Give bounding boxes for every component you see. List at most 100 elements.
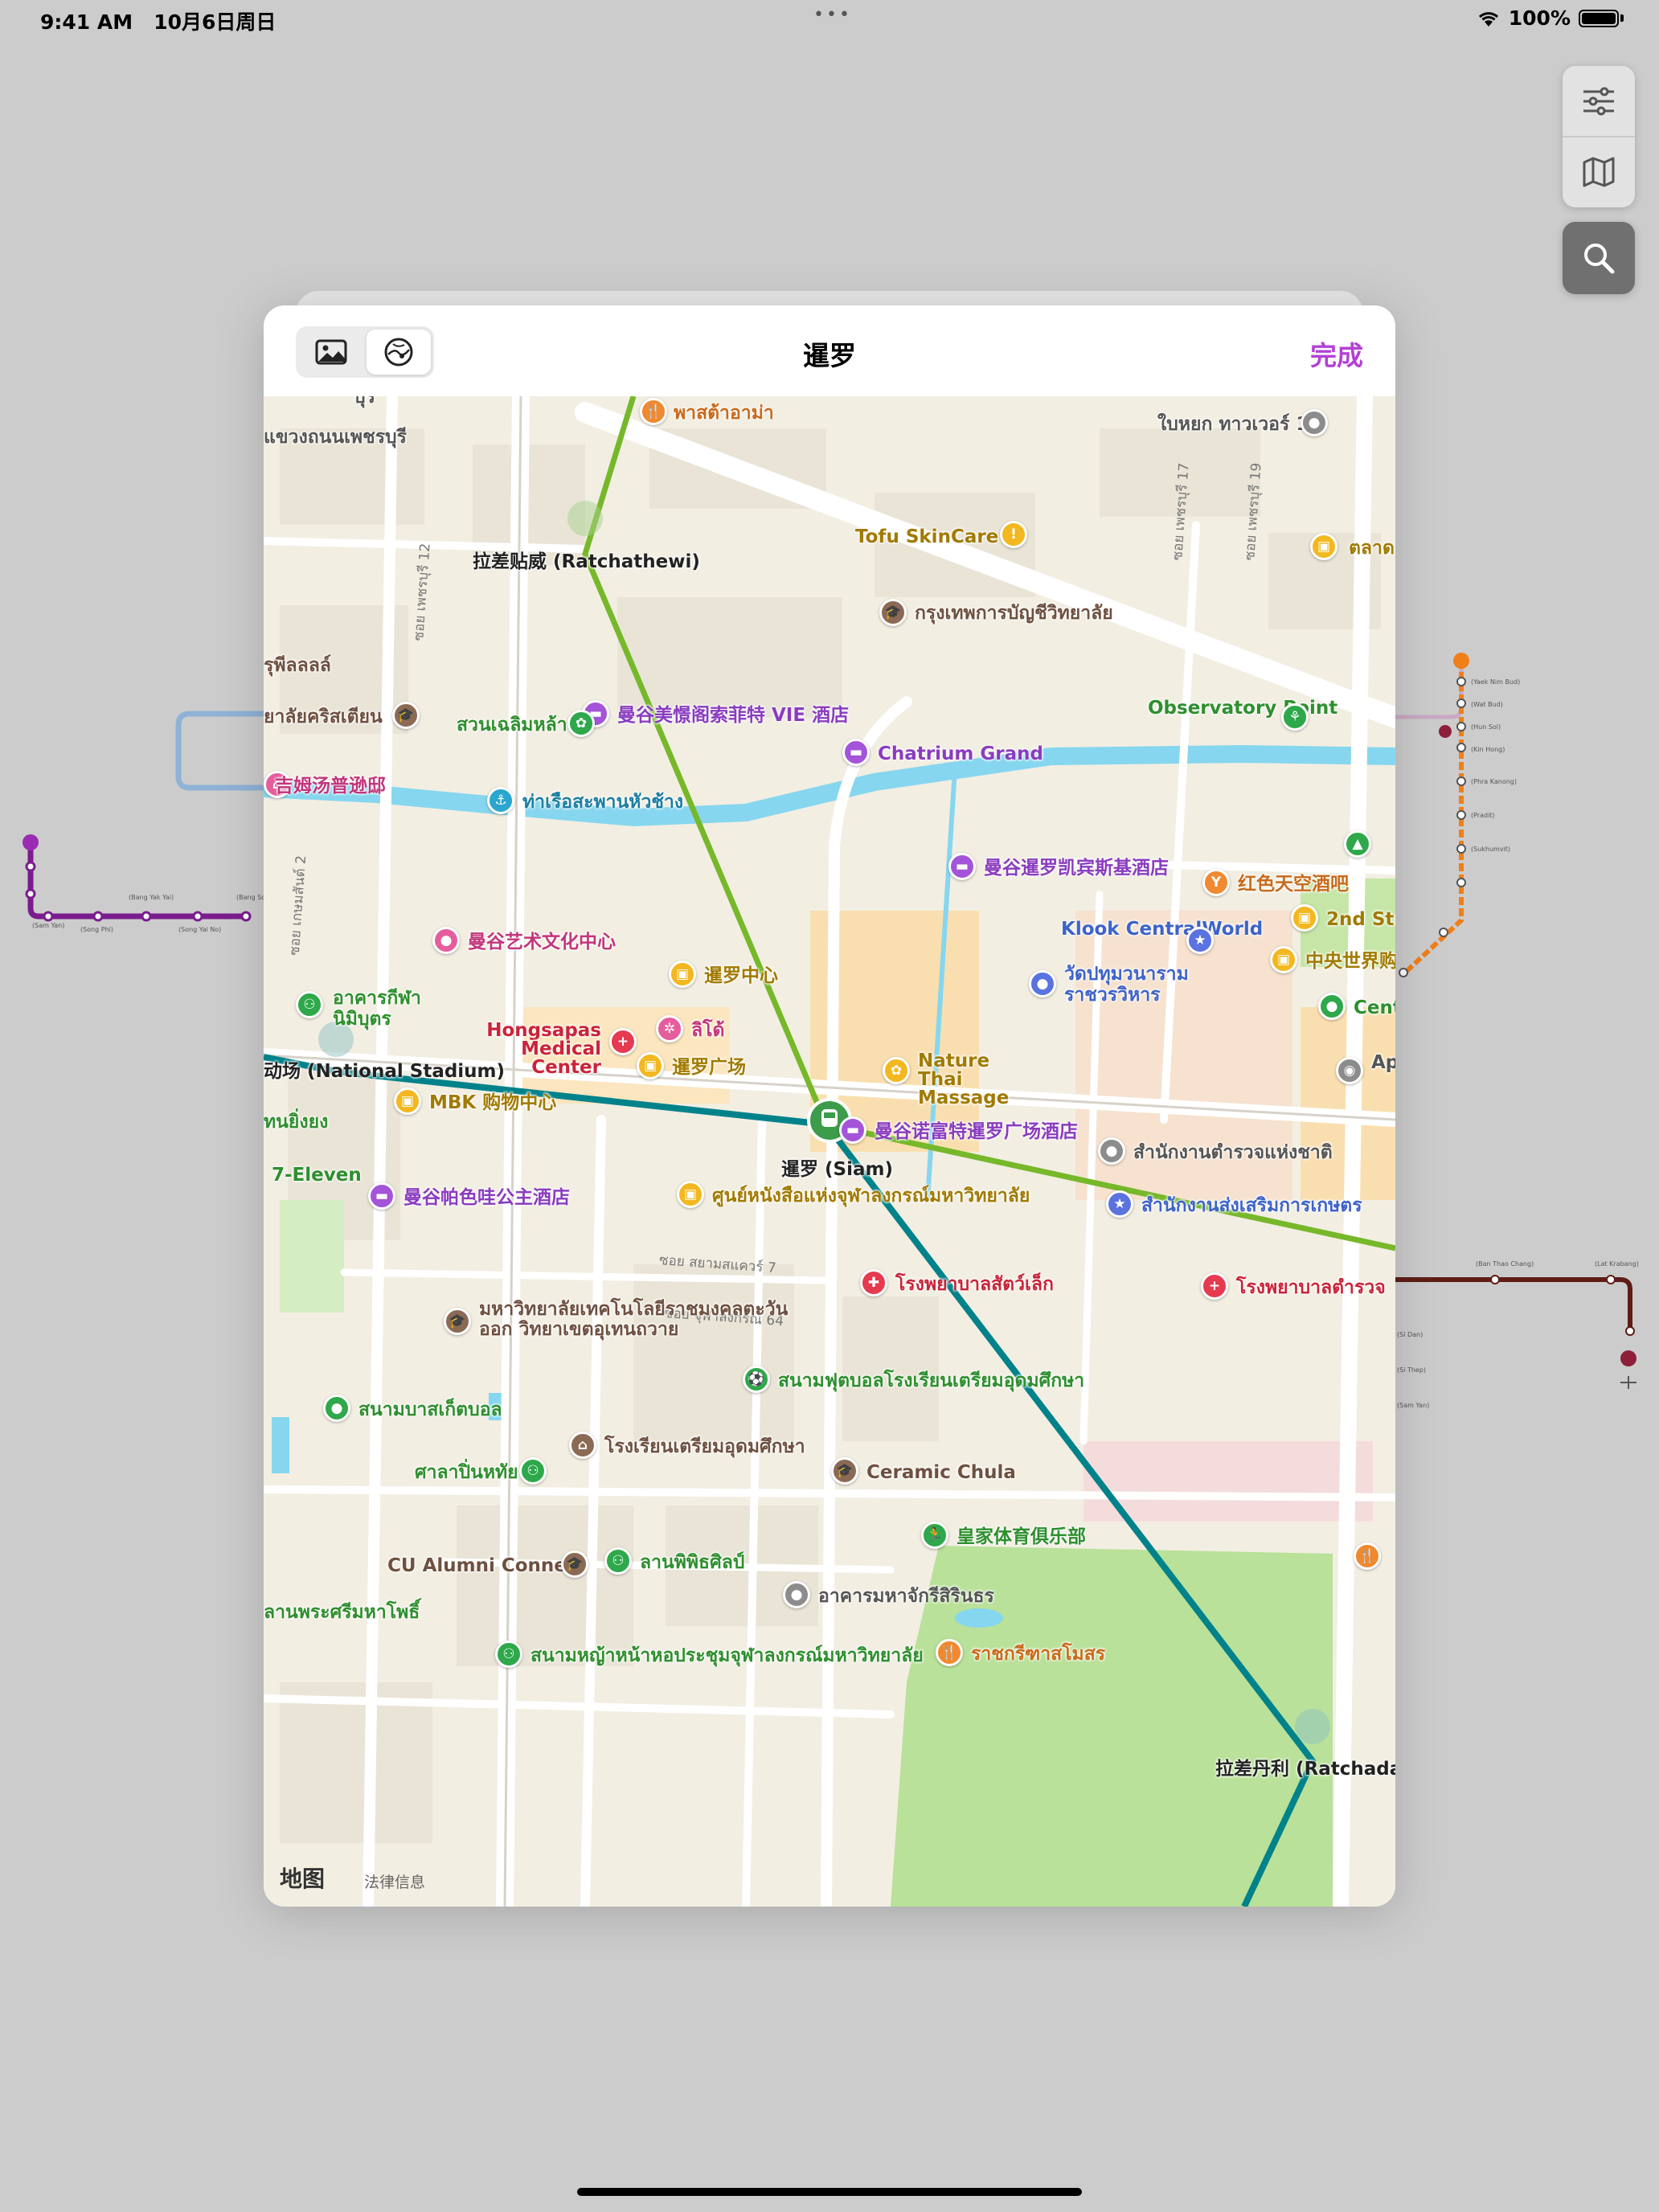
map-view[interactable]: 拉差贴威 (Ratchathewi) 动场 (National Stadium)…: [264, 396, 1395, 1907]
poi-label[interactable]: สวนเฉลิมหล้า: [457, 715, 567, 735]
filter-button[interactable]: [1563, 66, 1635, 137]
poi-label[interactable]: กรุงเทพการบัญชีวิทยาลัย: [915, 603, 1113, 624]
hospital-pin-icon[interactable]: +: [609, 1028, 637, 1055]
poi-label[interactable]: ลิโด้: [691, 1020, 724, 1041]
apple-store-pin-icon[interactable]: ◉: [1336, 1057, 1363, 1084]
poi-label[interactable]: ศาลาปิ่นหทัย: [415, 1462, 518, 1483]
poi-label[interactable]: Observatory Point: [1148, 698, 1337, 718]
hotel-pin-icon[interactable]: ▬: [839, 1116, 866, 1144]
poi-label[interactable]: ท่าเรือสะพานหัวช้าง: [522, 792, 683, 813]
temple-pin-icon[interactable]: ●: [1029, 970, 1056, 997]
home-indicator[interactable]: [577, 2188, 1082, 2196]
map-style-button[interactable]: [1563, 137, 1635, 207]
poi-label[interactable]: สนามฟุตบอลโรงเรียนเตรียมอุดมศึกษา: [778, 1370, 1084, 1391]
school-pin-icon[interactable]: ⌂: [569, 1432, 596, 1459]
poi-label[interactable]: สนามหญ้าหน้าหอประชุมจุฬาลงกรณ์มหาวิทยาลั…: [530, 1645, 924, 1666]
lawn-pin-icon[interactable]: ⚇: [495, 1641, 522, 1668]
legal-link[interactable]: 法律信息: [364, 1870, 425, 1892]
shopping-pin-icon[interactable]: ▣: [637, 1052, 664, 1079]
poi-label[interactable]: 暹罗中心: [704, 965, 778, 986]
poi-label[interactable]: 暹罗广场: [672, 1057, 746, 1078]
sports-club-pin-icon[interactable]: 🏃: [921, 1522, 948, 1549]
station-ratchathewi[interactable]: 拉差贴威 (Ratchathewi): [473, 546, 700, 573]
poi-label[interactable]: Hongsapas Medical Center: [457, 1022, 601, 1077]
park-pin-icon[interactable]: ✿: [567, 710, 595, 737]
park-pin-icon[interactable]: ▲: [1344, 830, 1371, 858]
shopping-pin-icon[interactable]: ●: [1318, 993, 1346, 1020]
school-pin-icon[interactable]: 🎓: [831, 1457, 858, 1485]
poi-label[interactable]: 2nd Stre: [1326, 909, 1395, 930]
poi-label[interactable]: 曼谷艺术文化中心: [468, 932, 616, 952]
poi-label[interactable]: พาสต้าอาม่า: [674, 403, 774, 424]
poi-label[interactable]: Tofu SkinCare: [855, 526, 998, 547]
poi-label[interactable]: ใบหยก ทาวเวอร์ 1: [1157, 414, 1309, 435]
poi-label[interactable]: 曼谷暹罗凯宾斯基酒店: [984, 858, 1169, 879]
sports-pin-icon[interactable]: ⚇: [519, 1457, 547, 1485]
poi-label[interactable]: สนามบาสเก็ตบอล: [358, 1399, 502, 1420]
poi-label[interactable]: Chatrium Grand: [878, 743, 1043, 764]
pier-pin-icon[interactable]: ⚓: [487, 787, 514, 814]
observatory-pin-icon[interactable]: ⚘: [1281, 703, 1309, 731]
school-pin-icon[interactable]: 🎓: [392, 702, 420, 729]
poi-label[interactable]: อาคารมหาจักรีสิรินธร: [818, 1586, 994, 1607]
government-pin-icon[interactable]: ●: [1098, 1137, 1125, 1165]
poi-label[interactable]: โรงพยาบาลตำรวจ: [1236, 1277, 1386, 1298]
poi-label[interactable]: 曼谷帕色哇公主酒店: [403, 1187, 570, 1208]
poi-label[interactable]: 曼谷美憬阁索菲特 VIE 酒店: [617, 705, 849, 726]
poi-label[interactable]: ตลาด: [1349, 538, 1395, 559]
stadium-pin-icon[interactable]: ⚽: [743, 1366, 770, 1393]
hospital-pin-icon[interactable]: +: [1201, 1272, 1228, 1300]
school-pin-icon[interactable]: 🎓: [879, 599, 907, 626]
shopping-pin-icon[interactable]: ▣: [1291, 904, 1318, 932]
poi-label[interactable]: อาคารกีฬา นิมิบุตร: [333, 988, 437, 1030]
shopping-pin-icon[interactable]: ▣: [1270, 946, 1297, 973]
bookstore-pin-icon[interactable]: ▣: [677, 1181, 704, 1208]
station-siam[interactable]: 暹罗 (Siam): [781, 1153, 893, 1181]
poi-label[interactable]: Nature Thai Massage: [918, 1052, 1030, 1108]
art-pin-icon[interactable]: ●: [432, 927, 460, 954]
poi-label[interactable]: Cent: [1354, 997, 1395, 1018]
poi-label[interactable]: ลานพระศรีมหาโพธิ์: [264, 1602, 420, 1623]
hotel-pin-icon[interactable]: ▬: [842, 739, 870, 766]
poi-label[interactable]: 皇家体育俱乐部: [956, 1526, 1086, 1547]
poi-label[interactable]: MBK 购物中心: [429, 1092, 556, 1113]
poi-label[interactable]: ยาลัยคริสเตียน: [264, 707, 383, 727]
poi-label[interactable]: Klook CentralWorld: [1061, 920, 1263, 939]
search-button[interactable]: [1563, 222, 1635, 294]
sports-pin-icon[interactable]: ⚇: [296, 991, 323, 1018]
building-pin-icon[interactable]: ●: [783, 1581, 810, 1608]
poi-label[interactable]: มหาวิทยาลัยเทคโนโลยีราชมงคลตะวันออก วิทย…: [479, 1300, 817, 1340]
bar-pin-icon[interactable]: Y: [1202, 869, 1230, 896]
star-pin-icon[interactable]: ★: [1106, 1190, 1133, 1218]
school-pin-icon[interactable]: 🎓: [444, 1308, 471, 1335]
station-ratchadamri[interactable]: 拉差丹利 (Ratchadamri: [1215, 1753, 1395, 1780]
shopping-pin-icon[interactable]: ▣: [394, 1088, 421, 1115]
restaurant-pin-icon[interactable]: 🍴: [1354, 1542, 1381, 1570]
basketball-pin-icon[interactable]: ●: [323, 1395, 350, 1422]
restaurant-pin-icon[interactable]: 🍴: [936, 1639, 963, 1666]
poi-label[interactable]: สำนักงานส่งเสริมการเกษตร: [1141, 1195, 1362, 1216]
poi-label[interactable]: 吉姆汤普逊邸: [275, 776, 386, 797]
park-pin-icon[interactable]: ⚇: [604, 1547, 632, 1575]
poi-label[interactable]: สำนักงานตำรวจแห่งชาติ: [1133, 1142, 1333, 1163]
poi-label[interactable]: Ceramic Chula: [866, 1462, 1016, 1483]
done-button[interactable]: 完成: [1310, 334, 1363, 373]
hotel-pin-icon[interactable]: ▬: [948, 853, 976, 880]
school-pin-icon[interactable]: 🎓: [561, 1550, 588, 1578]
poi-label[interactable]: ลานพิพิธศิลป์: [640, 1552, 744, 1573]
poi-label[interactable]: 曼谷诺富特暹罗广场酒店: [875, 1121, 1078, 1142]
poi-label[interactable]: Ap: [1371, 1052, 1395, 1073]
poi-label[interactable]: ทนยิ่งยง: [264, 1112, 328, 1133]
hotel-pin-icon[interactable]: ▬: [368, 1182, 395, 1210]
poi-label[interactable]: วัดปทุมวนาราม ราชวรวิหาร: [1064, 964, 1241, 1006]
poi-label[interactable]: CU Alumni Connex: [387, 1555, 579, 1576]
poi-label[interactable]: โรงเรียนเตรียมอุดมศึกษา: [604, 1436, 805, 1457]
shopping-pin-icon[interactable]: ▣: [669, 961, 696, 988]
poi-label[interactable]: 中央世界购: [1305, 951, 1395, 972]
cinema-pin-icon[interactable]: ✲: [656, 1015, 683, 1043]
star-pin-icon[interactable]: ★: [1186, 927, 1214, 954]
beauty-pin-icon[interactable]: !: [1000, 521, 1027, 548]
restaurant-pin-icon[interactable]: 🍴: [640, 398, 667, 425]
poi-label[interactable]: 红色天空酒吧: [1238, 874, 1349, 895]
poi-label[interactable]: ศูนย์หนังสือแห่งจุฬาลงกรณ์มหาวิทยาลัย: [712, 1186, 1030, 1206]
